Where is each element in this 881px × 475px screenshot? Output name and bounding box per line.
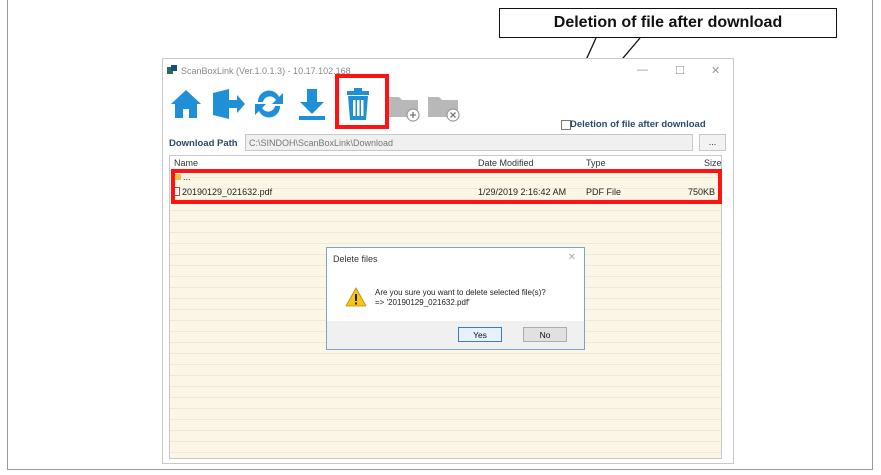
dialog-footer: Yes No <box>327 321 584 349</box>
delete-button-highlight <box>335 74 389 129</box>
home-button[interactable] <box>167 85 205 123</box>
exit-icon <box>213 89 245 119</box>
column-name[interactable]: Name <box>174 158 198 168</box>
column-date[interactable]: Date Modified <box>478 158 534 168</box>
callout-box: Deletion of file after download <box>499 8 837 38</box>
no-button[interactable]: No <box>523 327 567 342</box>
refresh-button[interactable] <box>250 85 288 123</box>
delete-after-download-label: Deletion of file after download <box>570 119 706 130</box>
warning-icon <box>345 287 367 307</box>
download-button[interactable] <box>293 85 331 123</box>
delete-confirm-dialog: Delete files ✕ Are you sure you want to … <box>326 247 585 350</box>
dialog-close-button[interactable]: ✕ <box>568 252 576 263</box>
browse-button[interactable]: ... <box>699 134 726 151</box>
add-folder-icon <box>388 97 420 122</box>
column-type[interactable]: Type <box>586 158 606 168</box>
file-row-highlight <box>171 169 722 204</box>
window-title: ScanBoxLink (Ver.1.0.1.3) - 10.17.102.16… <box>181 66 351 76</box>
minimize-button[interactable]: — <box>637 64 648 76</box>
remove-folder-button[interactable] <box>425 85 463 123</box>
download-path-field[interactable]: C:\SINDOH\ScanBoxLink\Download <box>245 134 693 151</box>
home-icon <box>171 90 201 118</box>
title-bar: ScanBoxLink (Ver.1.0.1.3) - 10.17.102.16… <box>163 59 733 83</box>
dialog-title: Delete files <box>333 254 378 264</box>
dialog-file-name: => '20190129_021632.pdf' <box>375 298 470 307</box>
remove-folder-icon <box>428 97 460 122</box>
column-size[interactable]: Size <box>704 158 722 168</box>
add-folder-button[interactable] <box>385 85 423 123</box>
dialog-message: Are you sure you want to delete selected… <box>375 288 546 297</box>
refresh-icon <box>255 90 283 118</box>
download-path-label: Download Path <box>169 138 238 149</box>
maximize-button[interactable]: ☐ <box>675 64 685 77</box>
exit-button[interactable] <box>209 85 247 123</box>
yes-button[interactable]: Yes <box>458 327 502 342</box>
close-button[interactable]: ✕ <box>711 64 720 77</box>
download-icon <box>299 89 325 120</box>
app-logo-icon <box>167 65 177 74</box>
